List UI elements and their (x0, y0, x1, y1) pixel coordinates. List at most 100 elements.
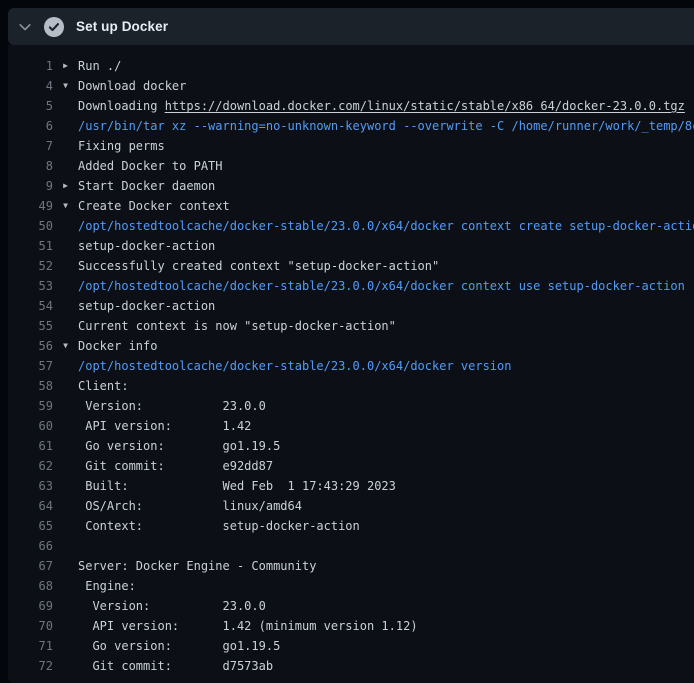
log-line: 51 setup-docker-action (8, 236, 694, 256)
line-number[interactable]: 50 (8, 216, 53, 236)
log-line: 5 Downloading https://download.docker.com… (8, 96, 694, 116)
log-text: Version: 23.0.0 (78, 596, 694, 616)
line-number[interactable]: 65 (8, 516, 53, 536)
log-line: 58 Client: (8, 376, 694, 396)
log-line: 65 Context: setup-docker-action (8, 516, 694, 536)
log-text: Added Docker to PATH (78, 156, 694, 176)
line-number[interactable]: 63 (8, 476, 53, 496)
log-line: 62 Git commit: e92dd87 (8, 456, 694, 476)
line-number[interactable]: 5 (8, 96, 53, 116)
line-number[interactable]: 55 (8, 316, 53, 336)
log-text: Server: Docker Engine - Community (78, 556, 694, 576)
log-line: 71 Go version: go1.19.5 (8, 636, 694, 656)
log-text: Create Docker context (78, 196, 694, 216)
line-number[interactable]: 54 (8, 296, 53, 316)
log-text: API version: 1.42 (78, 416, 694, 436)
log-line: 8 Added Docker to PATH (8, 156, 694, 176)
log-line: 55 Current context is now "setup-docker-a… (8, 316, 694, 336)
line-number[interactable]: 1 (8, 56, 53, 76)
log-text: /opt/hostedtoolcache/docker-stable/23.0.… (78, 356, 694, 376)
line-number[interactable]: 61 (8, 436, 53, 456)
log-text: Fixing perms (78, 136, 694, 156)
log-line: 52 Successfully created context "setup-do… (8, 256, 694, 276)
line-number[interactable]: 8 (8, 156, 53, 176)
log-text: Context: setup-docker-action (78, 516, 694, 536)
line-number[interactable]: 71 (8, 636, 53, 656)
log-text: /opt/hostedtoolcache/docker-stable/23.0.… (78, 216, 694, 236)
line-number[interactable]: 67 (8, 556, 53, 576)
chevron-down-icon[interactable] (14, 16, 36, 38)
log-text: Start Docker daemon (78, 176, 694, 196)
line-number[interactable]: 70 (8, 616, 53, 636)
log-line: 66 (8, 536, 694, 556)
log-text: Engine: (78, 576, 694, 596)
line-number[interactable]: 6 (8, 116, 53, 136)
log-text: Run ./ (78, 56, 694, 76)
log-line: 61 Go version: go1.19.5 (8, 436, 694, 456)
download-url-link[interactable]: https://download.docker.com/linux/static… (165, 99, 685, 113)
group-expanded-icon[interactable]: ▼ (53, 76, 78, 96)
log-text: Built: Wed Feb 1 17:43:29 2023 (78, 476, 694, 496)
check-circle-icon (44, 17, 64, 37)
line-number[interactable]: 52 (8, 256, 53, 276)
log-line: 69 Version: 23.0.0 (8, 596, 694, 616)
group-collapsed-icon[interactable]: ▶ (53, 56, 78, 76)
log-text: Git commit: d7573ab (78, 656, 694, 676)
line-number[interactable]: 64 (8, 496, 53, 516)
line-number[interactable]: 57 (8, 356, 53, 376)
log-text: Downloading https://download.docker.com/… (78, 96, 694, 116)
group-expanded-icon[interactable]: ▼ (53, 336, 78, 356)
line-number[interactable]: 7 (8, 136, 53, 156)
log-group-row[interactable]: 1▶Run ./ (8, 56, 694, 76)
log-text: Successfully created context "setup-dock… (78, 256, 694, 276)
log-text: Git commit: e92dd87 (78, 456, 694, 476)
log-text: Client: (78, 376, 694, 396)
log-group-row[interactable]: 4▼Download docker (8, 76, 694, 96)
log-line: 59 Version: 23.0.0 (8, 396, 694, 416)
log-group-row[interactable]: 56▼Docker info (8, 336, 694, 356)
log-text: /usr/bin/tar xz --warning=no-unknown-key… (78, 116, 694, 136)
line-number[interactable]: 66 (8, 536, 53, 556)
log-line: 63 Built: Wed Feb 1 17:43:29 2023 (8, 476, 694, 496)
log-line: 64 OS/Arch: linux/amd64 (8, 496, 694, 516)
step-title: Set up Docker (76, 19, 168, 34)
log-line: 68 Engine: (8, 576, 694, 596)
log-text: Go version: go1.19.5 (78, 436, 694, 456)
line-number[interactable]: 72 (8, 656, 53, 676)
line-number[interactable]: 56 (8, 336, 53, 356)
log-line: 57/opt/hostedtoolcache/docker-stable/23.… (8, 356, 694, 376)
line-number[interactable]: 59 (8, 396, 53, 416)
log-text: API version: 1.42 (minimum version 1.12) (78, 616, 694, 636)
group-collapsed-icon[interactable]: ▶ (53, 176, 78, 196)
log-line: 70 API version: 1.42 (minimum version 1.… (8, 616, 694, 636)
log-text: /opt/hostedtoolcache/docker-stable/23.0.… (78, 276, 694, 296)
line-number[interactable]: 58 (8, 376, 53, 396)
log-line: 67 Server: Docker Engine - Community (8, 556, 694, 576)
log-line: 53/opt/hostedtoolcache/docker-stable/23.… (8, 276, 694, 296)
log-text: setup-docker-action (78, 296, 694, 316)
log-text: Docker info (78, 336, 694, 356)
line-number[interactable]: 9 (8, 176, 53, 196)
log-group-row[interactable]: 9▶Start Docker daemon (8, 176, 694, 196)
line-number[interactable]: 62 (8, 456, 53, 476)
log-line: 72 Git commit: d7573ab (8, 656, 694, 676)
line-number[interactable]: 68 (8, 576, 53, 596)
log-line: 60 API version: 1.42 (8, 416, 694, 436)
step-header[interactable]: Set up Docker (8, 8, 694, 45)
log-group-row[interactable]: 49▼Create Docker context (8, 196, 694, 216)
log-text: Go version: go1.19.5 (78, 636, 694, 656)
group-expanded-icon[interactable]: ▼ (53, 196, 78, 216)
log-lines: 1▶Run ./4▼Download docker5Downloading ht… (8, 56, 694, 676)
log-line: 54 setup-docker-action (8, 296, 694, 316)
log-text: OS/Arch: linux/amd64 (78, 496, 694, 516)
log-text: Current context is now "setup-docker-act… (78, 316, 694, 336)
line-number[interactable]: 69 (8, 596, 53, 616)
log-line: 7 Fixing perms (8, 136, 694, 156)
line-number[interactable]: 49 (8, 196, 53, 216)
line-number[interactable]: 4 (8, 76, 53, 96)
line-number[interactable]: 60 (8, 416, 53, 436)
line-number[interactable]: 51 (8, 236, 53, 256)
log-text: setup-docker-action (78, 236, 694, 256)
line-number[interactable]: 53 (8, 276, 53, 296)
log-line: 50/opt/hostedtoolcache/docker-stable/23.… (8, 216, 694, 236)
